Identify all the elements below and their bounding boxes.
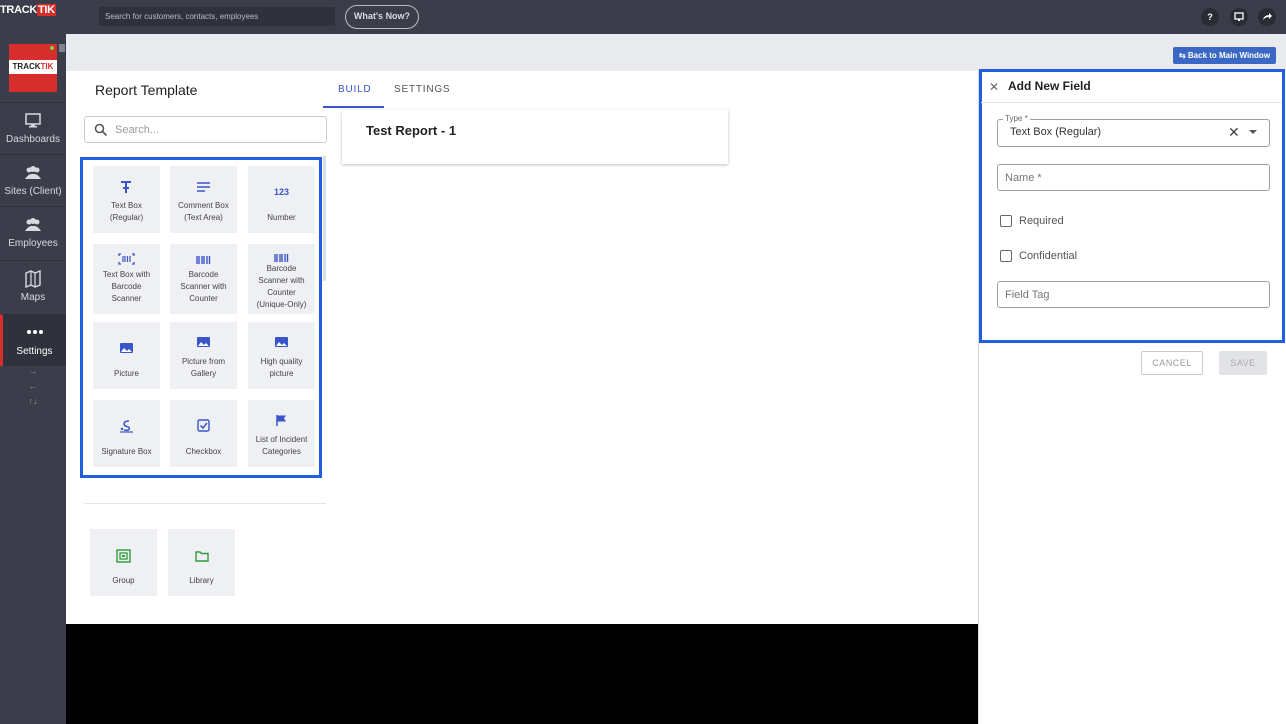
confidential-checkbox[interactable] — [1000, 250, 1012, 262]
field-tag-field[interactable] — [997, 281, 1270, 308]
sidebar-item-maps[interactable]: Maps — [0, 260, 66, 312]
monitor-icon — [25, 113, 41, 128]
required-checkbox[interactable] — [1000, 215, 1012, 227]
sort-arrows-icon[interactable]: ↑↓ — [0, 394, 66, 409]
field-tag-input[interactable] — [1005, 287, 1260, 303]
field-tile-number[interactable]: 123 Number — [248, 166, 315, 233]
empty-black-area — [66, 624, 978, 724]
cancel-button[interactable]: CANCEL — [1141, 351, 1203, 375]
page-title: Report Template — [95, 82, 198, 98]
type-select-value: Text Box (Regular) — [1010, 126, 1102, 138]
checkbox-icon — [197, 419, 210, 432]
return-icon: ⇆ — [1178, 51, 1188, 60]
field-tile-barcode-counter-unique[interactable]: Barcode Scanner with Counter (Unique-Only) — [248, 244, 315, 314]
image-icon — [120, 343, 133, 353]
sidebar-arrows[interactable]: → ← ↑↓ — [0, 364, 66, 409]
panel-title: Add New Field — [1008, 79, 1091, 93]
sidebar-logo[interactable]: TRACKTIK — [9, 44, 57, 92]
number-icon: 123 — [273, 187, 290, 197]
expand-arrow-icon[interactable]: → — [0, 364, 66, 379]
signature-icon — [120, 420, 133, 433]
folder-icon — [195, 551, 209, 562]
sidebar-item-settings[interactable]: Settings — [0, 314, 66, 366]
map-icon — [25, 270, 41, 288]
more-icon — [26, 330, 43, 334]
barcode-icon — [196, 256, 211, 264]
whats-new-button[interactable]: What's Now? — [345, 5, 419, 29]
field-tile-signature-box[interactable]: Signature Box — [93, 400, 160, 467]
people-icon — [25, 218, 41, 231]
text-icon — [121, 181, 131, 193]
global-search-input[interactable] — [99, 7, 335, 26]
report-name: Test Report - 1 — [366, 123, 457, 138]
field-tile-comment-box[interactable]: Comment Box (Text Area) — [170, 166, 237, 233]
report-card[interactable]: Test Report - 1 — [342, 110, 728, 164]
status-dot — [50, 46, 54, 50]
field-tile-text-box[interactable]: Text Box (Regular) — [93, 166, 160, 233]
field-tile-checkbox[interactable]: Checkbox — [170, 400, 237, 467]
chevron-down-icon[interactable] — [1249, 130, 1257, 134]
top-bar: TRACKTIK What's Now? ? — [0, 0, 1286, 34]
field-tile-high-quality-picture[interactable]: High quality picture — [248, 322, 315, 389]
field-list-scrollbar[interactable] — [323, 156, 326, 281]
container-tile-group[interactable]: Group — [90, 529, 157, 596]
field-search-input[interactable] — [115, 122, 315, 138]
image-icon — [197, 337, 210, 347]
field-tile-barcode-counter[interactable]: Barcode Scanner with Counter — [170, 244, 237, 314]
group-icon — [116, 549, 131, 563]
active-tab-indicator — [323, 106, 384, 108]
container-tile-library[interactable]: Library — [168, 529, 235, 596]
barcode-scan-icon — [118, 253, 135, 265]
name-input[interactable] — [1005, 170, 1260, 186]
flag-icon — [276, 415, 286, 426]
people-icon — [25, 166, 41, 179]
clear-icon[interactable]: ✕ — [1228, 124, 1240, 141]
brand-logo[interactable]: TRACKTIK — [0, 4, 56, 16]
share-arrow-icon[interactable] — [1258, 8, 1276, 26]
tab-settings[interactable]: SETTINGS — [394, 84, 450, 95]
confidential-label: Confidential — [1019, 250, 1078, 262]
field-tile-text-box-barcode[interactable]: Text Box with Barcode Scanner — [93, 244, 160, 314]
name-field[interactable] — [997, 164, 1270, 191]
field-search[interactable] — [84, 116, 327, 143]
monitor-icon[interactable] — [1230, 8, 1248, 26]
sidebar-item-dashboards[interactable]: Dashboards — [0, 102, 66, 154]
image-icon — [275, 337, 288, 347]
back-to-main-window-button[interactable]: ⇆ Back to Main Window — [1173, 47, 1276, 64]
field-tile-incident-categories[interactable]: List of Incident Categories — [248, 400, 315, 467]
save-button[interactable]: SAVE — [1219, 351, 1267, 375]
section-divider — [84, 503, 326, 504]
collapse-arrow-icon[interactable]: ← — [0, 379, 66, 394]
tab-build[interactable]: BUILD — [338, 84, 371, 95]
type-select-label: Type * — [1003, 114, 1030, 123]
close-icon[interactable]: ✕ — [989, 80, 999, 94]
required-label: Required — [1019, 215, 1064, 227]
field-tile-picture[interactable]: Picture — [93, 322, 160, 389]
lines-icon — [197, 182, 210, 192]
sidebar-item-employees[interactable]: Employees — [0, 206, 66, 258]
help-icon[interactable]: ? — [1201, 8, 1219, 26]
search-icon — [94, 123, 108, 137]
sidebar-scroll-handle[interactable] — [59, 44, 65, 52]
field-tile-picture-gallery[interactable]: Picture from Gallery — [170, 322, 237, 389]
sidebar-item-sites[interactable]: Sites (Client) — [0, 154, 66, 206]
panel-divider — [981, 102, 1282, 103]
sidebar: TRACKTIK Dashboards Sites (Client) Emplo… — [0, 34, 66, 724]
